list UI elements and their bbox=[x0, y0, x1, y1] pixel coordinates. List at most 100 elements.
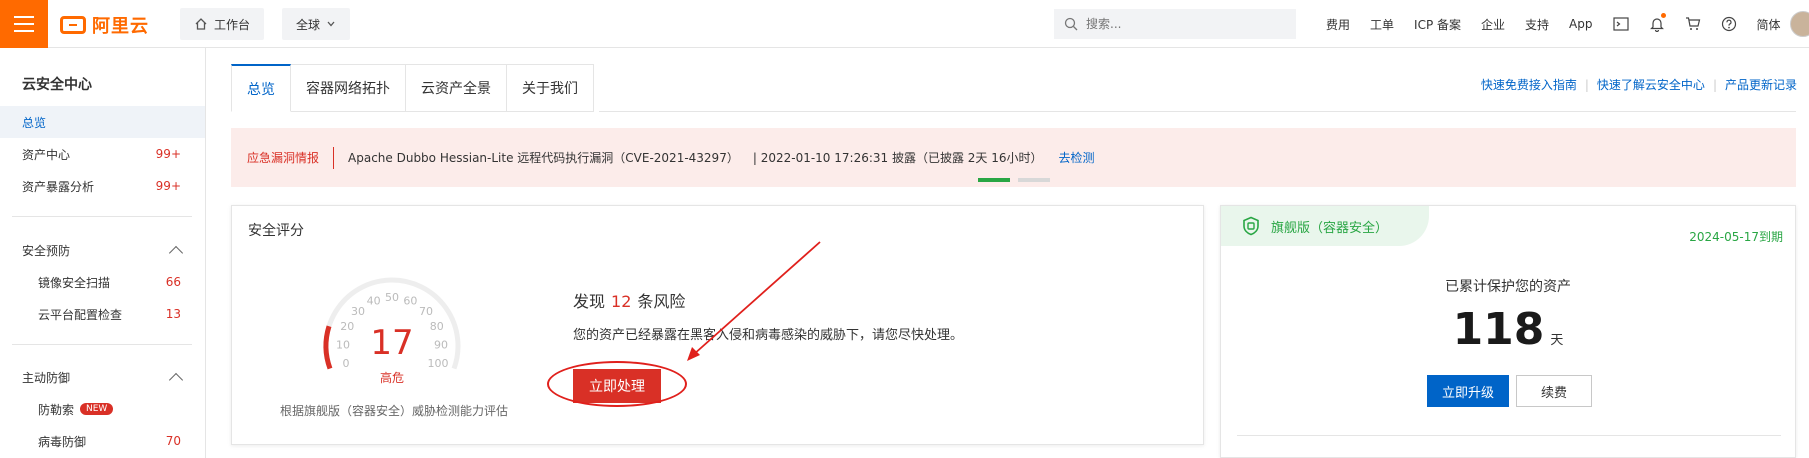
tab-overview[interactable]: 总览 bbox=[231, 64, 291, 112]
vulnerability-alert: 应急漏洞情报 Apache Dubbo Hessian-Lite 远程代码执行漏… bbox=[231, 128, 1796, 187]
renew-button[interactable]: 续费 bbox=[1516, 375, 1592, 407]
sidebar-item-config-check[interactable]: 云平台配置检查 13 bbox=[0, 298, 205, 330]
region-selector[interactable]: 全球 bbox=[282, 8, 351, 40]
upgrade-button[interactable]: 立即升级 bbox=[1427, 375, 1509, 407]
logo-text: 阿里云 bbox=[92, 16, 149, 37]
quick-links: 快速免费接入指南 | 快速了解云安全中心 | 产品更新记录 bbox=[1481, 76, 1797, 93]
carousel-indicator-active[interactable] bbox=[978, 178, 1010, 182]
expiry-date: 2024-05-17到期 bbox=[1689, 230, 1783, 244]
notification-dot bbox=[1660, 13, 1666, 18]
hamburger-menu-icon[interactable] bbox=[0, 0, 48, 48]
enterprise-link[interactable]: 企业 bbox=[1471, 16, 1515, 33]
sidebar-item-assets[interactable]: 资产中心 99+ bbox=[0, 138, 205, 170]
sidebar-item-label: 镜像安全扫描 bbox=[38, 275, 111, 290]
flagship-card: 旗舰版（容器安全） 2024-05-17到期 已累计保护您的资产 118 天 立… bbox=[1220, 205, 1796, 458]
chevron-up-icon bbox=[168, 372, 184, 387]
card-divider bbox=[1237, 435, 1781, 436]
risk-count: 12 bbox=[611, 292, 632, 311]
risk-prefix: 发现 bbox=[573, 292, 606, 311]
sidebar-item-image-scan[interactable]: 镜像安全扫描 66 bbox=[0, 266, 205, 298]
score-value: 17 bbox=[370, 323, 414, 363]
handle-now-button[interactable]: 立即处理 bbox=[573, 369, 661, 403]
carousel-indicator[interactable] bbox=[1018, 178, 1050, 182]
quick-start-link[interactable]: 快速免费接入指南 bbox=[1481, 76, 1577, 93]
sidebar-group-prevention[interactable]: 安全预防 bbox=[0, 234, 205, 266]
days-value: 118 bbox=[1452, 304, 1545, 355]
security-score-card: 安全评分 0 10 20 30 40 50 60 70 80 90 100 17 高危 根据旗舰版（… bbox=[231, 205, 1204, 445]
sidebar-divider bbox=[12, 216, 192, 217]
changelog-link[interactable]: 产品更新记录 bbox=[1725, 76, 1797, 93]
search-box[interactable] bbox=[1054, 9, 1296, 39]
workbench-label: 工作台 bbox=[214, 17, 251, 32]
gauge-tick-label: 100 bbox=[428, 357, 449, 370]
sidebar-group-defense[interactable]: 主动防御 bbox=[0, 361, 205, 393]
gauge-tick-label: 90 bbox=[434, 338, 448, 351]
tab-container-topology[interactable]: 容器网络拓扑 bbox=[291, 64, 406, 112]
sidebar-title: 云安全中心 bbox=[22, 77, 92, 93]
gauge-tick-label: 30 bbox=[351, 305, 365, 318]
new-badge: NEW bbox=[80, 403, 114, 415]
workbench-button[interactable]: 工作台 bbox=[180, 8, 265, 40]
icp-link[interactable]: ICP 备案 bbox=[1404, 16, 1471, 33]
gauge-fill bbox=[323, 325, 333, 370]
sidebar-group-label: 安全预防 bbox=[22, 243, 71, 258]
ticket-link[interactable]: 工单 bbox=[1360, 16, 1404, 33]
edition-name: 旗舰版（容器安全） bbox=[1271, 220, 1389, 236]
sidebar-item-count: 66 bbox=[165, 275, 181, 289]
sidebar-group-label: 主动防御 bbox=[22, 370, 71, 385]
sidebar-item-label: 防勒索 bbox=[38, 402, 75, 417]
sidebar-item-count: 13 bbox=[165, 307, 181, 321]
gauge-tick-label: 20 bbox=[340, 320, 354, 333]
gauge-tick-label: 70 bbox=[419, 305, 433, 318]
aliyun-logo[interactable]: 阿里云 bbox=[60, 12, 149, 38]
terminal-icon[interactable] bbox=[1603, 17, 1639, 31]
alert-date: | 2022-01-10 17:26:31 披露（已披露 2天 16小时） bbox=[752, 151, 1043, 165]
sidebar-item-ransomware[interactable]: 防勒索 NEW bbox=[0, 393, 205, 425]
gauge-tick-label: 80 bbox=[430, 320, 444, 333]
sidebar: 云安全中心 总览 资产中心 99+ 资产暴露分析 99+ 安全预防 镜像安全扫描… bbox=[0, 48, 206, 458]
sidebar-item-count: 70 bbox=[165, 434, 181, 448]
link-separator: | bbox=[1712, 77, 1717, 92]
sidebar-item-exposure[interactable]: 资产暴露分析 99+ bbox=[0, 170, 205, 202]
intro-link[interactable]: 快速了解云安全中心 bbox=[1597, 76, 1705, 93]
app-link[interactable]: App bbox=[1559, 17, 1602, 31]
language-switch[interactable]: 简体 bbox=[1747, 16, 1791, 33]
sidebar-item-count: 99+ bbox=[155, 147, 181, 161]
tab-cloud-assets[interactable]: 云资产全景 bbox=[406, 64, 507, 112]
sidebar-item-virus[interactable]: 病毒防御 70 bbox=[0, 425, 205, 457]
protection-label: 已累计保护您的资产 bbox=[1445, 279, 1571, 295]
alert-type: 应急漏洞情报 bbox=[247, 151, 320, 165]
chevron-down-icon bbox=[327, 21, 335, 27]
support-link[interactable]: 支持 bbox=[1515, 16, 1559, 33]
alert-text: Apache Dubbo Hessian-Lite 远程代码执行漏洞（CVE-2… bbox=[348, 151, 739, 165]
protection-days: 118 天 bbox=[1221, 304, 1795, 355]
link-separator: | bbox=[1584, 77, 1589, 92]
home-icon bbox=[195, 18, 207, 30]
risk-heading: 发现 12 条风险 bbox=[573, 288, 685, 312]
search-input[interactable] bbox=[1086, 17, 1276, 31]
sidebar-item-label: 病毒防御 bbox=[38, 434, 87, 449]
alert-divider bbox=[333, 146, 335, 169]
cart-icon[interactable] bbox=[1675, 17, 1711, 31]
gauge-tick-label: 10 bbox=[336, 338, 350, 351]
score-level: 高危 bbox=[379, 371, 404, 385]
sidebar-item-overview[interactable]: 总览 bbox=[0, 106, 205, 138]
gauge-tick-label: 50 bbox=[385, 291, 399, 304]
bell-icon[interactable] bbox=[1639, 13, 1675, 32]
tab-divider bbox=[599, 111, 1796, 112]
top-bar: 阿里云 工作台 全球 费用 工单 ICP 备案 企业 支持 App 简体 bbox=[0, 0, 1809, 48]
help-icon[interactable] bbox=[1711, 16, 1747, 32]
gauge-tick-label: 60 bbox=[403, 295, 417, 308]
user-avatar[interactable] bbox=[1790, 11, 1809, 37]
gauge-tick-label: 40 bbox=[367, 295, 381, 308]
billing-link[interactable]: 费用 bbox=[1316, 16, 1360, 33]
sidebar-item-count: 99+ bbox=[155, 179, 181, 193]
sidebar-divider bbox=[12, 344, 192, 345]
tab-bar: 总览 容器网络拓扑 云资产全景 关于我们 bbox=[231, 64, 594, 112]
detect-link[interactable]: 去检测 bbox=[1059, 149, 1095, 166]
tab-about[interactable]: 关于我们 bbox=[507, 64, 594, 112]
shield-icon bbox=[1243, 216, 1259, 236]
gauge-tick-label: 0 bbox=[342, 357, 349, 370]
card-title: 安全评分 bbox=[248, 223, 304, 239]
sidebar-item-label: 云平台配置检查 bbox=[38, 307, 123, 322]
